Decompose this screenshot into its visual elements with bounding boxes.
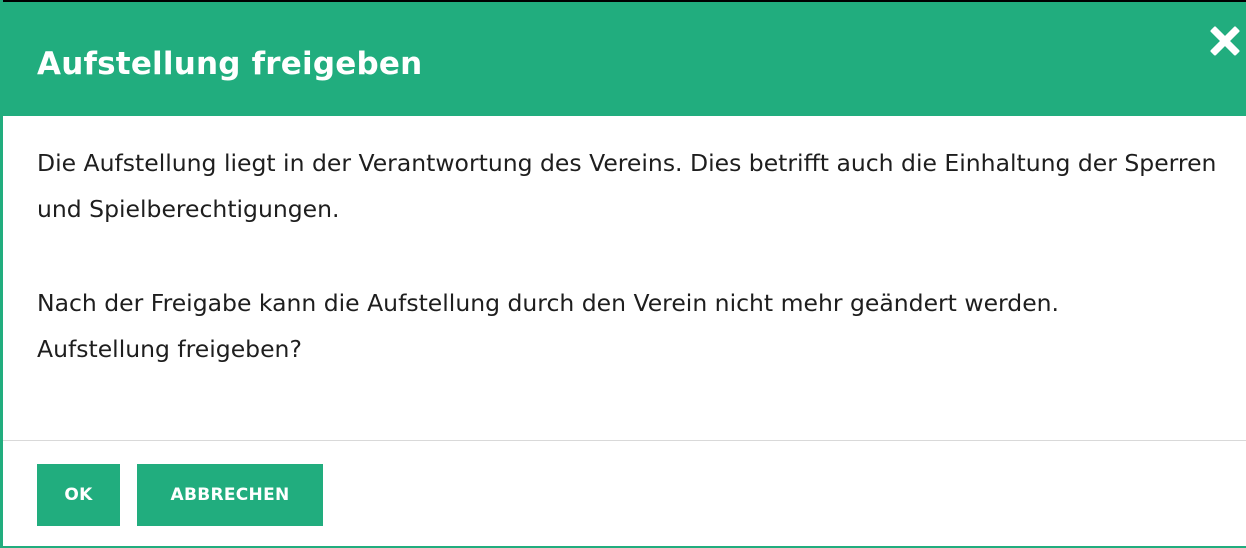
responsibility-text: Die Aufstellung liegt in der Verantwortu… xyxy=(37,149,1217,223)
dialog-title: Aufstellung freigeben xyxy=(37,46,423,82)
release-lineup-dialog: Aufstellung freigeben Die Aufstellung li… xyxy=(0,0,1246,548)
close-button[interactable] xyxy=(1206,22,1244,60)
close-icon xyxy=(1210,26,1240,56)
confirm-question: Aufstellung freigeben? xyxy=(37,335,302,363)
ok-button[interactable]: OK xyxy=(37,464,120,526)
dialog-header: Aufstellung freigeben xyxy=(3,0,1246,116)
dialog-body: Die Aufstellung liegt in der Verantwortu… xyxy=(37,140,1217,372)
footer-divider xyxy=(3,440,1246,441)
cancel-button[interactable]: ABBRECHEN xyxy=(137,464,323,526)
no-changes-text: Nach der Freigabe kann die Aufstellung d… xyxy=(37,289,1060,317)
